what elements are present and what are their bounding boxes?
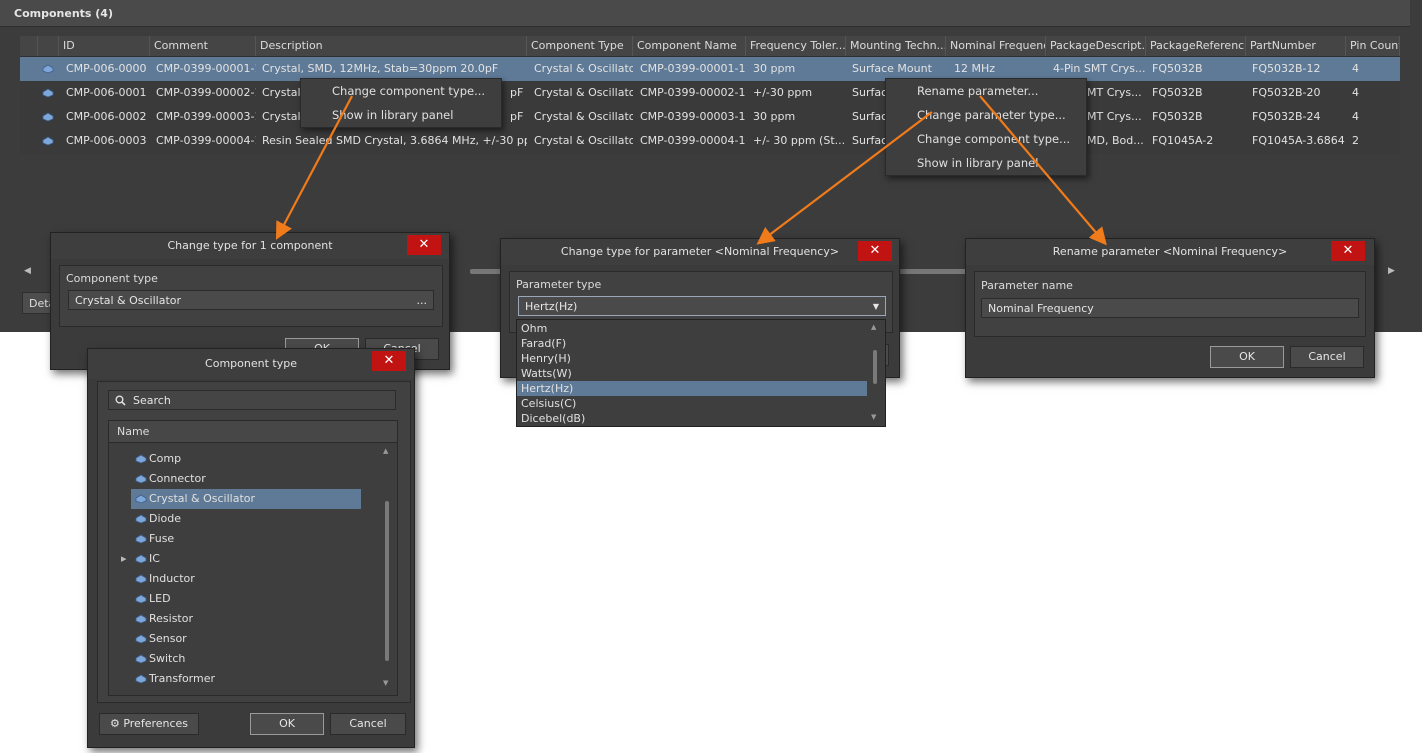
arrow-to-rename-parameter (979, 95, 1107, 246)
annotation-arrows (275, 95, 1107, 246)
arrow-to-change-parameter-type (756, 111, 933, 245)
arrow-to-change-component-type (275, 95, 353, 240)
